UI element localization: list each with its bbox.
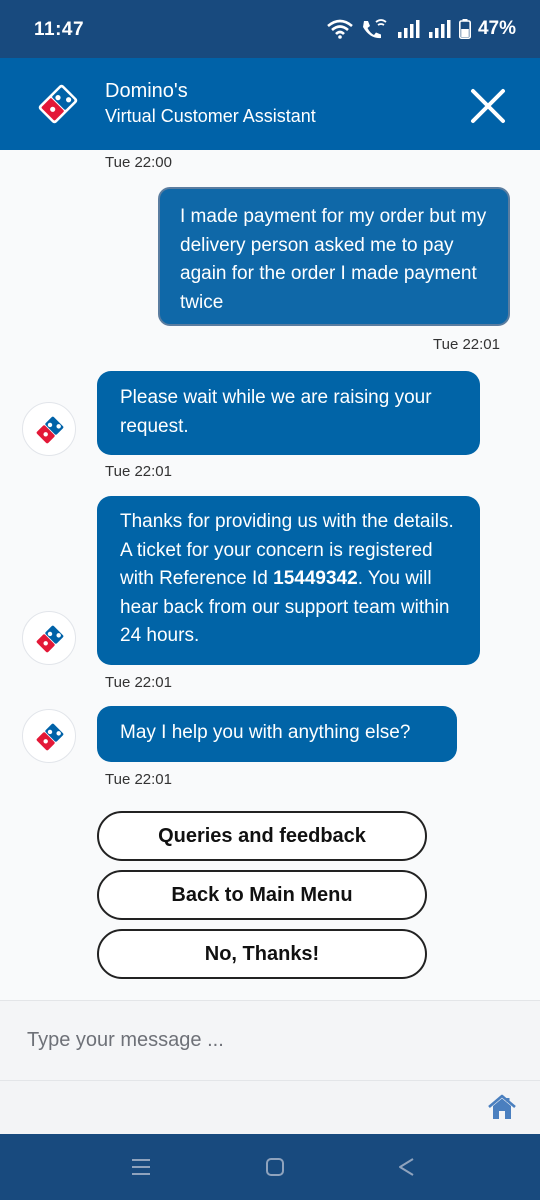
close-icon[interactable] xyxy=(470,88,506,124)
bot-message-text: Please wait while we are raising your re… xyxy=(120,387,432,437)
message-timestamp: Tue 22:01 xyxy=(433,336,500,353)
wifi-icon xyxy=(327,19,353,39)
recent-apps-icon[interactable] xyxy=(130,1156,152,1178)
dominos-logo-icon xyxy=(38,84,78,124)
bot-message: Please wait while we are raising your re… xyxy=(97,371,480,455)
bot-message: May I help you with anything else? xyxy=(97,706,457,762)
header-subtitle: Virtual Customer Assistant xyxy=(105,106,316,126)
message-input[interactable] xyxy=(0,1001,540,1081)
home-icon[interactable] xyxy=(488,1094,516,1120)
quick-reply-queries-and-feedback[interactable]: Queries and feedback xyxy=(97,811,427,861)
quick-reply-back-to-main-menu[interactable]: Back to Main Menu xyxy=(97,870,427,920)
user-message-text: I made payment for my order but my deliv… xyxy=(180,206,487,313)
message-timestamp: Tue 22:00 xyxy=(105,154,172,171)
battery-percent: 47% xyxy=(477,18,516,39)
bot-message-text: May I help you with anything else? xyxy=(120,722,411,743)
dominos-logo-icon xyxy=(34,414,66,446)
quick-reply-no-thanks[interactable]: No, Thanks! xyxy=(97,929,427,979)
message-timestamp: Tue 22:01 xyxy=(105,771,172,788)
bot-avatar xyxy=(22,402,76,456)
message-timestamp: Tue 22:01 xyxy=(105,674,172,691)
message-timestamp: Tue 22:01 xyxy=(105,463,172,480)
back-icon[interactable] xyxy=(396,1156,418,1178)
battery-icon xyxy=(458,19,471,39)
status-bar: 11:47 47% xyxy=(0,0,540,58)
bot-message: Thanks for providing us with the details… xyxy=(97,496,480,665)
dominos-logo-icon xyxy=(34,721,66,753)
user-message: I made payment for my order but my deliv… xyxy=(158,187,510,326)
bot-avatar xyxy=(22,709,76,763)
dominos-logo-icon xyxy=(34,623,66,655)
chat-transcript[interactable]: Tue 22:00 I made payment for my order bu… xyxy=(0,150,540,1000)
reference-id: 15449342 xyxy=(273,568,358,589)
status-icons: 47% xyxy=(327,18,516,40)
message-composer xyxy=(0,1000,540,1134)
status-time: 11:47 xyxy=(34,19,85,40)
bot-avatar xyxy=(22,611,76,665)
chat-header: Domino's Virtual Customer Assistant xyxy=(0,58,540,150)
signal-icon xyxy=(428,20,451,38)
signal-icon xyxy=(397,20,420,38)
wifi-calling-icon xyxy=(362,19,387,39)
home-nav-icon[interactable] xyxy=(264,1156,286,1178)
system-nav-bar xyxy=(0,1134,540,1200)
header-title: Domino's xyxy=(105,80,188,102)
